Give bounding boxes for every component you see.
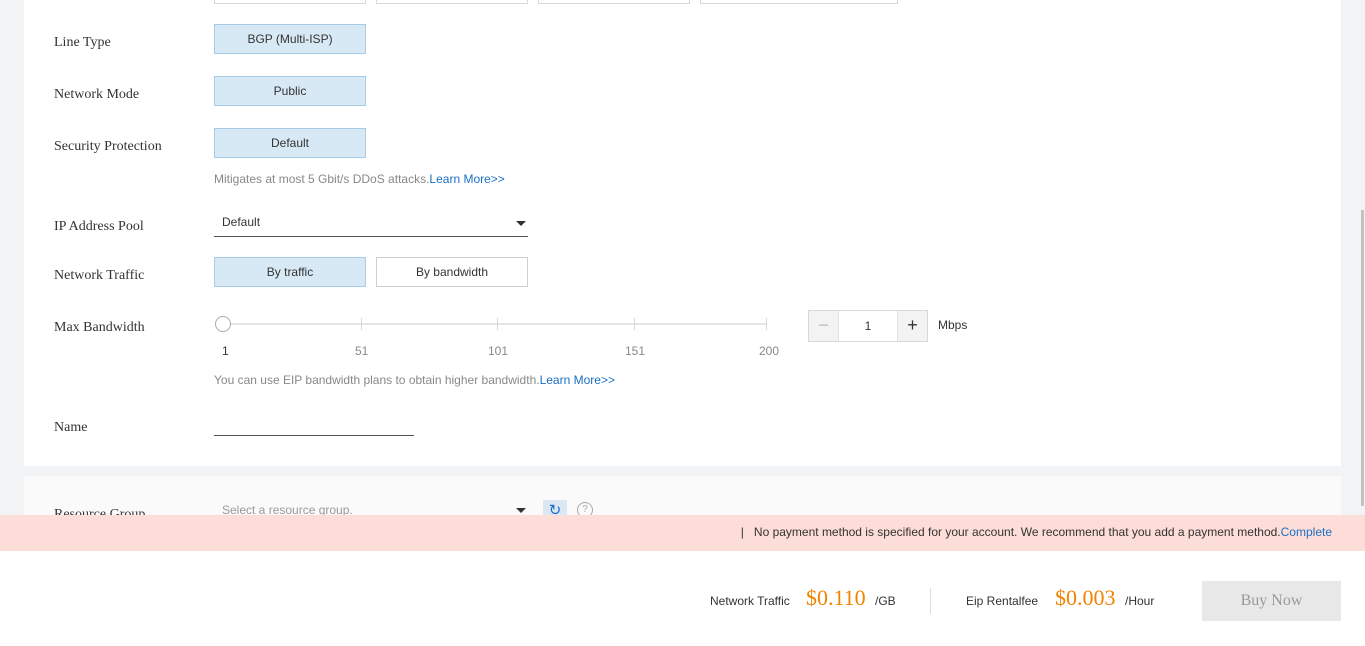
warning-text: No payment method is specified for your … <box>753 525 1281 539</box>
ddos-hint: Mitigates at most 5 Gbit/s DDoS attacks.… <box>214 172 505 186</box>
payment-warning-message: | No payment method is specified for you… <box>741 525 1332 539</box>
max-bandwidth-label: Max Bandwidth <box>54 320 145 335</box>
line-type-bgp-option[interactable]: BGP (Multi-ISP) <box>214 24 366 54</box>
bandwidth-stepper: − 1 + <box>808 310 928 342</box>
by-bandwidth-option[interactable]: By bandwidth <box>376 257 528 287</box>
rental-fee-price: $0.003 <box>1055 585 1116 610</box>
slider-tick-label: 1 <box>222 344 229 358</box>
slider-tick-label: 200 <box>759 344 780 358</box>
ip-address-pool-select[interactable]: Default <box>214 212 528 237</box>
line-type-label: Line Type <box>54 35 111 50</box>
top-option-box[interactable] <box>214 0 366 4</box>
rental-fee-label: Eip Rentalfee <box>966 594 1039 608</box>
top-option-box[interactable] <box>376 0 528 4</box>
payment-warning-banner: | No payment method is specified for you… <box>0 515 1365 551</box>
slider-tick <box>497 318 498 330</box>
traffic-price: $0.110 <box>806 585 866 610</box>
slider-tick-label: 151 <box>625 344 646 358</box>
bandwidth-hint-text: You can use EIP bandwidth plans to obtai… <box>214 373 540 387</box>
bandwidth-hint: You can use EIP bandwidth plans to obtai… <box>214 373 615 387</box>
slider-tick <box>361 318 362 330</box>
bandwidth-learn-more-link[interactable]: Learn More>> <box>540 373 615 387</box>
top-option-box[interactable] <box>538 0 690 4</box>
caret-down-icon <box>516 221 526 226</box>
plus-icon[interactable]: + <box>897 311 927 341</box>
bandwidth-unit: Mbps <box>938 318 968 332</box>
page-scrollbar[interactable] <box>1361 210 1364 506</box>
minus-icon[interactable]: − <box>809 311 839 341</box>
network-mode-public-option[interactable]: Public <box>214 76 366 106</box>
warning-separator: | <box>740 525 754 539</box>
traffic-price-label: Network Traffic <box>710 594 790 608</box>
top-option-box[interactable] <box>700 0 898 4</box>
slider-tick <box>634 318 635 330</box>
ip-address-pool-label: IP Address Pool <box>54 219 144 234</box>
ip-address-pool-value: Default <box>222 215 261 229</box>
security-protection-label: Security Protection <box>54 139 162 154</box>
complete-payment-link[interactable]: Complete <box>1281 525 1332 539</box>
ddos-learn-more-link[interactable]: Learn More>> <box>429 172 504 186</box>
network-mode-label: Network Mode <box>54 87 140 102</box>
price-divider <box>930 588 931 614</box>
slider-tick-label: 51 <box>355 344 369 358</box>
slider-tick <box>766 318 767 330</box>
buy-now-button[interactable]: Buy Now <box>1202 581 1341 621</box>
network-traffic-label: Network Traffic <box>54 268 145 283</box>
by-traffic-option[interactable]: By traffic <box>214 257 366 287</box>
price-footer: Network Traffic $0.110 /GB Eip Rentalfee… <box>0 551 1365 646</box>
bandwidth-value-input[interactable]: 1 <box>839 311 897 341</box>
bandwidth-slider-track[interactable] <box>224 323 767 325</box>
name-input[interactable] <box>214 414 414 436</box>
bandwidth-slider-handle[interactable] <box>215 316 231 332</box>
slider-tick-label: 101 <box>488 344 509 358</box>
security-protection-default-option[interactable]: Default <box>214 128 366 158</box>
name-label: Name <box>54 420 88 435</box>
traffic-price-unit: /GB <box>875 594 896 608</box>
ddos-hint-text: Mitigates at most 5 Gbit/s DDoS attacks. <box>214 172 430 186</box>
rental-fee-unit: /Hour <box>1125 594 1155 608</box>
caret-down-icon <box>516 508 526 513</box>
